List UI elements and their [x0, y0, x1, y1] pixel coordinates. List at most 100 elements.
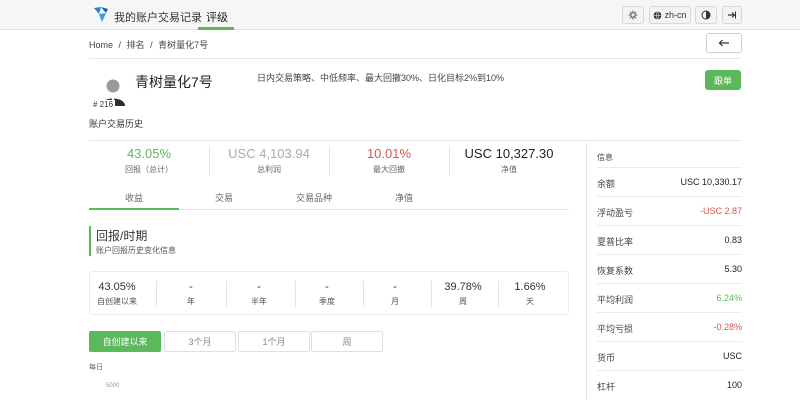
- period-label: 天: [526, 297, 534, 306]
- range-week-button[interactable]: 周: [311, 331, 383, 352]
- top-navbar: 我的账户 交易记录 评级 zh-cn: [0, 0, 800, 30]
- info-key: 浮动盈亏: [597, 208, 634, 218]
- language-button[interactable]: zh-cn: [649, 6, 691, 24]
- theme-toggle-button[interactable]: [695, 6, 717, 24]
- chart-y-tick: 5000: [106, 383, 120, 389]
- period-label: 周: [459, 297, 467, 306]
- info-key: 夏普比率: [597, 237, 634, 247]
- content-tabs: 收益 交易 交易品种 净值: [89, 184, 569, 210]
- info-row-floating-pl: 浮动盈亏 -USC 2.87: [597, 196, 742, 225]
- tab-returns[interactable]: 收益: [89, 191, 179, 204]
- account-history-link[interactable]: 账户交易历史: [89, 117, 143, 130]
- breadcrumb-current: 青树量化7号: [158, 40, 209, 50]
- range-1-month-button[interactable]: 1个月: [238, 331, 310, 352]
- breadcrumb-separator: /: [118, 40, 122, 50]
- info-value: USC: [722, 351, 742, 361]
- range-3-months-button[interactable]: 3个月: [164, 331, 236, 352]
- period-half-year: - 半年: [226, 281, 292, 307]
- period-year: - 年: [158, 281, 224, 307]
- info-row-sharpe: 夏普比率 0.83: [597, 225, 742, 254]
- period-label: 季度: [319, 297, 335, 306]
- rank-badge: # 216: [91, 100, 116, 109]
- stat-return-value: 43.05%: [126, 146, 172, 161]
- period-since-creation: 43.05% 自创建以来: [84, 281, 150, 307]
- account-name: 青树量化7号: [135, 74, 213, 90]
- period-value: 39.78%: [444, 281, 482, 293]
- nav-active-indicator: [198, 27, 234, 30]
- info-row-balance: 余额 USC 10,330.17: [597, 167, 742, 196]
- section-title: 回报/时期: [96, 229, 148, 243]
- period-label: 半年: [251, 297, 267, 306]
- tab-active-indicator: [89, 208, 179, 210]
- tab-symbols[interactable]: 交易品种: [269, 191, 359, 204]
- info-row-recovery: 恢复系数 5.30: [597, 254, 742, 283]
- brand-logo-icon[interactable]: [92, 5, 110, 25]
- period-value: 43.05%: [98, 281, 136, 293]
- follow-button[interactable]: 跟单: [705, 70, 741, 90]
- tab-trades[interactable]: 交易: [179, 191, 269, 204]
- info-key: 恢复系数: [597, 266, 634, 276]
- stat-return: 43.05% 回报（总计）: [89, 146, 209, 175]
- range-since-creation-button[interactable]: 自创建以来: [89, 331, 161, 352]
- account-description: 日内交易策略、中低频率、最大回撤30%、日化目标2%到10%: [257, 73, 505, 83]
- info-value: 6.24%: [716, 293, 742, 303]
- period-value: -: [257, 281, 261, 293]
- info-key: 平均亏损: [597, 324, 634, 334]
- breadcrumb-home[interactable]: Home: [89, 40, 113, 50]
- info-key: 杠杆: [597, 382, 616, 392]
- info-row-avg-loss: 平均亏损 -0.28%: [597, 312, 742, 341]
- period-separator: [156, 281, 157, 307]
- nav-my-account[interactable]: 我的账户: [114, 9, 158, 25]
- back-button[interactable]: [706, 33, 742, 53]
- tab-equity[interactable]: 净值: [359, 191, 449, 204]
- stat-drawdown: 10.01% 最大回撤: [329, 146, 449, 175]
- info-value: 5.30: [724, 264, 742, 274]
- period-label: 年: [187, 297, 195, 306]
- period-week: 39.78% 周: [430, 281, 496, 307]
- stat-drawdown-label: 最大回撤: [373, 165, 405, 174]
- settings-button[interactable]: [622, 6, 644, 24]
- period-value: 1.66%: [514, 281, 546, 293]
- info-row-avg-profit: 平均利润 6.24%: [597, 283, 742, 312]
- period-day: 1.66% 天: [497, 281, 563, 307]
- section-accent-bar: [89, 226, 91, 256]
- period-value: -: [189, 281, 193, 293]
- section-subtitle: 账户回报历史变化信息: [96, 246, 176, 255]
- stat-equity: USC 10,327.30 净值: [449, 146, 569, 175]
- info-row-leverage: 杠杆 100: [597, 370, 742, 399]
- stat-profit-value: USC 4,103.94: [228, 146, 310, 161]
- nav-trade-records[interactable]: 交易记录: [158, 9, 202, 25]
- logout-button[interactable]: [722, 6, 742, 24]
- info-title: 信息: [597, 153, 613, 162]
- info-key: 货币: [597, 353, 616, 363]
- breadcrumb-separator: /: [150, 40, 153, 50]
- breadcrumb: Home / 排名 / 青树量化7号: [89, 38, 211, 51]
- info-row-currency: 货币 USC: [597, 341, 742, 370]
- stat-equity-label: 净值: [501, 165, 517, 174]
- logout-icon: [728, 11, 736, 19]
- profile-divider: [89, 140, 741, 141]
- language-label: zh-cn: [664, 10, 687, 20]
- globe-icon: [654, 10, 662, 20]
- period-value: -: [325, 281, 329, 293]
- period-label: 自创建以来: [97, 297, 137, 306]
- stat-profit: USC 4,103.94 总利润: [209, 146, 329, 175]
- period-label: 月: [391, 297, 399, 306]
- info-value: 0.83: [724, 235, 742, 245]
- sun-icon: [628, 10, 638, 20]
- period-value: -: [393, 281, 397, 293]
- info-value: -USC 2.87: [699, 206, 742, 216]
- contrast-icon: [701, 10, 711, 20]
- stat-drawdown-value: 10.01%: [366, 146, 412, 161]
- info-value: -0.28%: [713, 322, 742, 332]
- period-quarter: - 季度: [294, 281, 360, 307]
- info-key: 余额: [597, 179, 616, 189]
- nav-rating[interactable]: 评级: [206, 9, 228, 25]
- arrow-left-icon: [718, 39, 729, 47]
- breadcrumb-ranking[interactable]: 排名: [127, 40, 145, 50]
- stat-return-label: 回报（总计）: [125, 165, 173, 174]
- info-key: 平均利润: [597, 295, 634, 305]
- info-value: USC 10,330.17: [680, 177, 742, 187]
- stat-profit-label: 总利润: [257, 165, 281, 174]
- chart-interval-label: 每日: [89, 364, 103, 371]
